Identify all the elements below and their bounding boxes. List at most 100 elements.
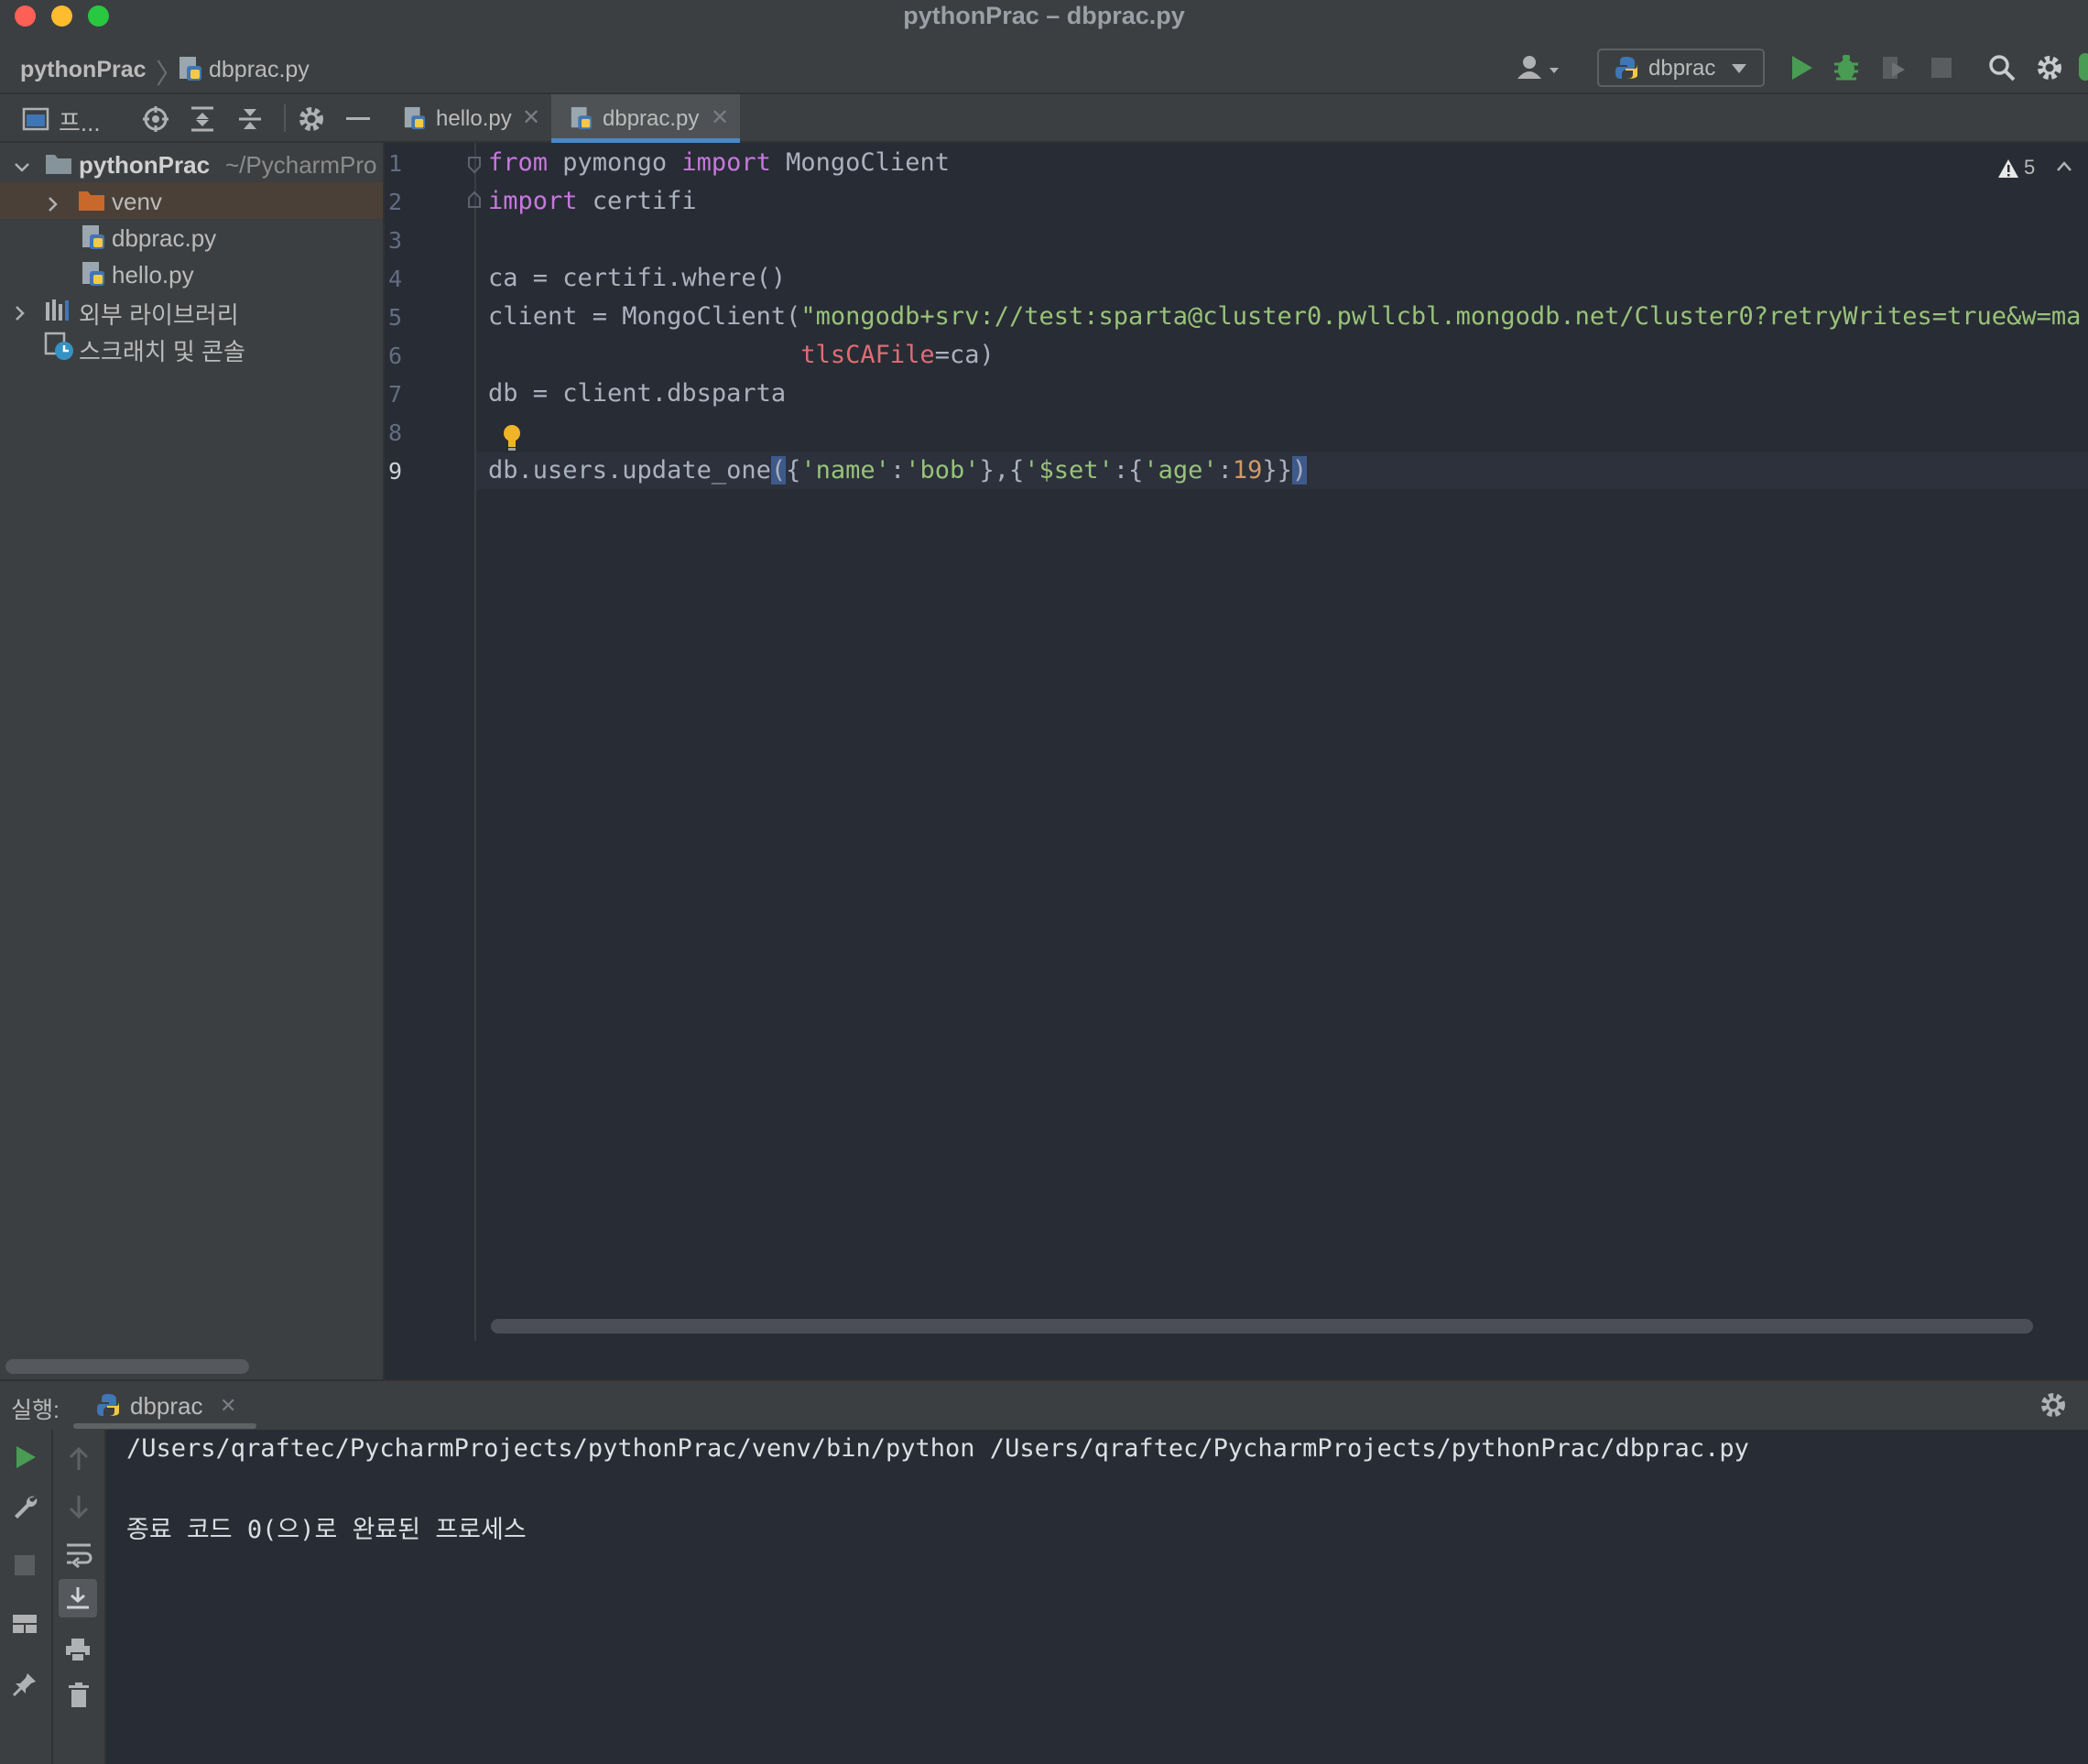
python-file-icon bbox=[178, 55, 203, 87]
chevron-right-icon[interactable] bbox=[44, 191, 62, 220]
tree-item-scratches[interactable]: 스크래치 및 콘솔 bbox=[0, 328, 383, 365]
run-toolbar-primary bbox=[0, 1430, 53, 1764]
code-token: :{ bbox=[1113, 456, 1144, 485]
folder-icon bbox=[44, 151, 73, 183]
wrench-icon[interactable] bbox=[11, 1491, 40, 1525]
tree-item-venv[interactable]: venv bbox=[0, 182, 383, 219]
user-account-icon[interactable] bbox=[1515, 53, 1564, 89]
code-token: certifi bbox=[577, 187, 697, 215]
navigation-bar bbox=[0, 33, 2088, 94]
run-with-coverage-icon[interactable] bbox=[1879, 53, 1909, 87]
code-token: },{ bbox=[979, 456, 1025, 485]
debug-icon[interactable] bbox=[1832, 53, 1861, 87]
toolbar-divider bbox=[284, 104, 286, 132]
close-tab-icon[interactable]: ✕ bbox=[711, 104, 729, 131]
code-token: "mongodb+srv://test:sparta@cluster0.pwll… bbox=[800, 302, 2082, 331]
code-token: : bbox=[1217, 456, 1233, 485]
tab-hello-py[interactable]: hello.py ✕ bbox=[385, 94, 551, 143]
tree-item-hello-py[interactable]: hello.py bbox=[0, 256, 383, 292]
code-token: }} bbox=[1262, 456, 1292, 485]
hide-panel-icon[interactable] bbox=[346, 117, 370, 120]
locate-file-icon[interactable] bbox=[141, 104, 170, 138]
code-with-me-icon[interactable] bbox=[2079, 53, 2088, 81]
tree-item-external-libraries[interactable]: 외부 라이브러리 bbox=[0, 291, 383, 329]
code-token: 'name' bbox=[800, 456, 890, 485]
code-token: pymongo bbox=[548, 148, 682, 177]
rerun-icon[interactable] bbox=[13, 1443, 38, 1475]
tab-label: hello.py bbox=[436, 106, 512, 131]
matched-bracket: ) bbox=[1291, 456, 1308, 485]
pin-icon[interactable] bbox=[11, 1671, 38, 1703]
console-output-line: /Users/qraftec/PycharmProjects/pythonPra… bbox=[126, 1434, 1749, 1463]
code-line-6: tlsCAFile=ca) bbox=[488, 341, 994, 369]
tree-item-dbprac-py[interactable]: dbprac.py bbox=[0, 219, 383, 256]
run-tab-dbprac[interactable]: dbprac bbox=[130, 1392, 203, 1421]
warning-count[interactable]: 5 bbox=[2024, 156, 2035, 180]
code-token: db.users.update_one bbox=[488, 456, 771, 485]
tree-root-path: ~/PycharmPro bbox=[225, 151, 377, 179]
run-panel-label: 실행: bbox=[11, 1398, 60, 1423]
code-line-2: import certifi bbox=[488, 187, 697, 215]
line-number: 7 bbox=[388, 381, 403, 408]
line-number: 2 bbox=[388, 189, 403, 215]
line-number: 3 bbox=[388, 227, 403, 254]
run-icon[interactable] bbox=[1788, 53, 1815, 87]
code-token: tlsCAFile bbox=[800, 341, 935, 369]
expand-all-icon[interactable] bbox=[189, 104, 216, 138]
warning-icon[interactable] bbox=[1996, 158, 2020, 184]
project-view-icon[interactable] bbox=[22, 106, 49, 136]
tree-item-label: 스크래치 및 콘솔 bbox=[79, 338, 245, 365]
scratch-clock-icon bbox=[44, 332, 75, 367]
python-file-icon bbox=[403, 105, 427, 137]
tree-root-pythonprac[interactable]: pythonPrac ~/PycharmPro bbox=[0, 146, 383, 182]
code-token: 'bob' bbox=[905, 456, 980, 485]
code-token: '$set' bbox=[1024, 456, 1114, 485]
close-tab-icon[interactable]: ✕ bbox=[522, 104, 540, 131]
settings-gear-icon[interactable] bbox=[2035, 53, 2064, 87]
scroll-to-end-icon bbox=[64, 1584, 92, 1617]
fold-marker-icon[interactable] bbox=[467, 156, 482, 179]
editor-horizontal-scrollbar[interactable] bbox=[491, 1319, 2033, 1334]
project-panel-scrollbar[interactable] bbox=[5, 1359, 249, 1374]
chevron-down-icon[interactable] bbox=[13, 155, 31, 183]
arrow-up-icon[interactable] bbox=[66, 1445, 92, 1477]
window-title: pythonPrac – dbprac.py bbox=[903, 2, 1185, 29]
run-panel-header bbox=[0, 1379, 2088, 1430]
breadcrumb-project[interactable]: pythonPrac bbox=[20, 57, 147, 83]
gear-icon[interactable] bbox=[297, 104, 326, 138]
print-icon[interactable] bbox=[64, 1636, 92, 1668]
library-icon bbox=[44, 297, 73, 329]
search-icon[interactable] bbox=[1987, 53, 2017, 87]
fold-marker-icon[interactable] bbox=[467, 191, 482, 213]
line-number: 8 bbox=[388, 419, 403, 446]
python-file-icon bbox=[570, 105, 593, 137]
python-icon bbox=[95, 1392, 121, 1422]
run-console[interactable] bbox=[106, 1430, 2088, 1764]
project-panel-title[interactable]: 프... bbox=[59, 104, 101, 138]
layout-icon[interactable] bbox=[11, 1612, 38, 1640]
trash-icon[interactable] bbox=[66, 1682, 92, 1714]
tree-item-label: venv bbox=[112, 188, 162, 215]
close-run-tab-icon[interactable]: ✕ bbox=[220, 1394, 236, 1418]
stop-icon[interactable] bbox=[1929, 53, 1954, 87]
code-line-4: ca = certifi.where() bbox=[488, 264, 787, 292]
active-run-tab-indicator bbox=[73, 1423, 256, 1429]
python-file-icon bbox=[81, 260, 106, 294]
arrow-down-icon[interactable] bbox=[66, 1493, 92, 1525]
code-token: 19 bbox=[1232, 456, 1263, 485]
collapse-all-icon[interactable] bbox=[236, 104, 264, 138]
line-number: 1 bbox=[388, 150, 403, 177]
soft-wrap-icon[interactable] bbox=[64, 1541, 93, 1573]
tree-item-label: hello.py bbox=[112, 261, 194, 289]
lightbulb-icon[interactable] bbox=[500, 423, 524, 457]
chevron-right-icon[interactable] bbox=[11, 300, 29, 329]
chevron-down-icon bbox=[1731, 62, 1747, 79]
breadcrumb-file[interactable]: dbprac.py bbox=[209, 57, 310, 83]
tab-dbprac-py[interactable]: dbprac.py ✕ bbox=[551, 94, 740, 143]
tree-root-label: pythonPrac bbox=[79, 151, 211, 179]
tab-label: dbprac.py bbox=[603, 106, 700, 131]
stop-icon[interactable] bbox=[13, 1553, 37, 1582]
code-token: MongoClient bbox=[770, 148, 950, 177]
chevron-up-icon[interactable] bbox=[2055, 159, 2073, 179]
run-settings-gear-icon[interactable] bbox=[2039, 1390, 2068, 1424]
